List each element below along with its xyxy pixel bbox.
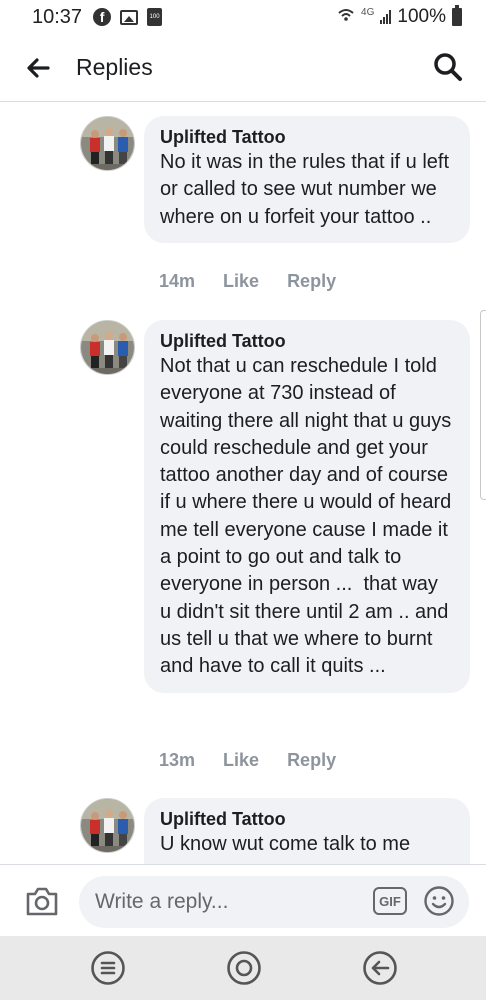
reply-button[interactable]: Reply [287,271,336,292]
back-arrow-icon[interactable] [24,54,52,82]
camera-icon[interactable] [24,884,60,918]
reply-composer: GIF [0,864,486,936]
signal-icon [380,10,392,24]
scroll-handle[interactable] [480,310,486,500]
reply-button[interactable]: Reply [287,750,336,771]
battery-percent: 100% [397,6,446,27]
search-icon[interactable] [432,51,464,83]
comment-item: Uplifted Tattoo U know wut come talk to … [0,798,486,864]
notification-badge-icon: 100 [147,8,163,26]
comment-text: No it was in the rules that if u left or… [160,151,455,228]
facebook-notification-icon: f [93,8,112,26]
comment-author[interactable]: Uplifted Tattoo [160,126,454,148]
comment-bubble[interactable]: Uplifted Tattoo U know wut come talk to … [144,798,470,864]
reply-input[interactable] [79,876,469,928]
system-nav-bar [0,936,486,1000]
comment-bubble[interactable]: Uplifted Tattoo No it was in the rules t… [144,116,470,243]
status-time: 10:37 [32,5,83,28]
avatar[interactable] [80,798,135,853]
comment-time[interactable]: 13m [159,750,195,771]
wifi-calling-icon [337,6,355,28]
image-notification-icon [120,9,139,25]
avatar[interactable] [80,116,135,171]
like-button[interactable]: Like [223,271,259,292]
comment-bubble[interactable]: Uplifted Tattoo Not that u can reschedul… [144,320,470,693]
app-header: Replies [0,34,486,102]
battery-icon [452,5,462,26]
comment-time[interactable]: 14m [159,271,195,292]
like-button[interactable]: Like [223,750,259,771]
network-type: 4G [361,6,375,18]
smiley-icon[interactable] [423,885,455,917]
comment-author[interactable]: Uplifted Tattoo [160,330,454,352]
gif-button[interactable]: GIF [373,887,407,915]
back-icon[interactable] [362,950,398,986]
home-icon[interactable] [226,950,262,986]
comment-text: U know wut come talk to me [160,833,411,855]
comment-actions: 13m Like Reply [159,750,336,771]
page-title: Replies [76,54,153,80]
recent-apps-icon[interactable] [90,950,126,986]
avatar[interactable] [80,320,135,375]
comment-actions: 14m Like Reply [159,271,336,292]
status-bar: 10:37 f 100 4G 100% [0,0,486,34]
comment-text: Not that u can reschedule I told everyon… [160,355,457,678]
comment-author[interactable]: Uplifted Tattoo [160,808,454,830]
